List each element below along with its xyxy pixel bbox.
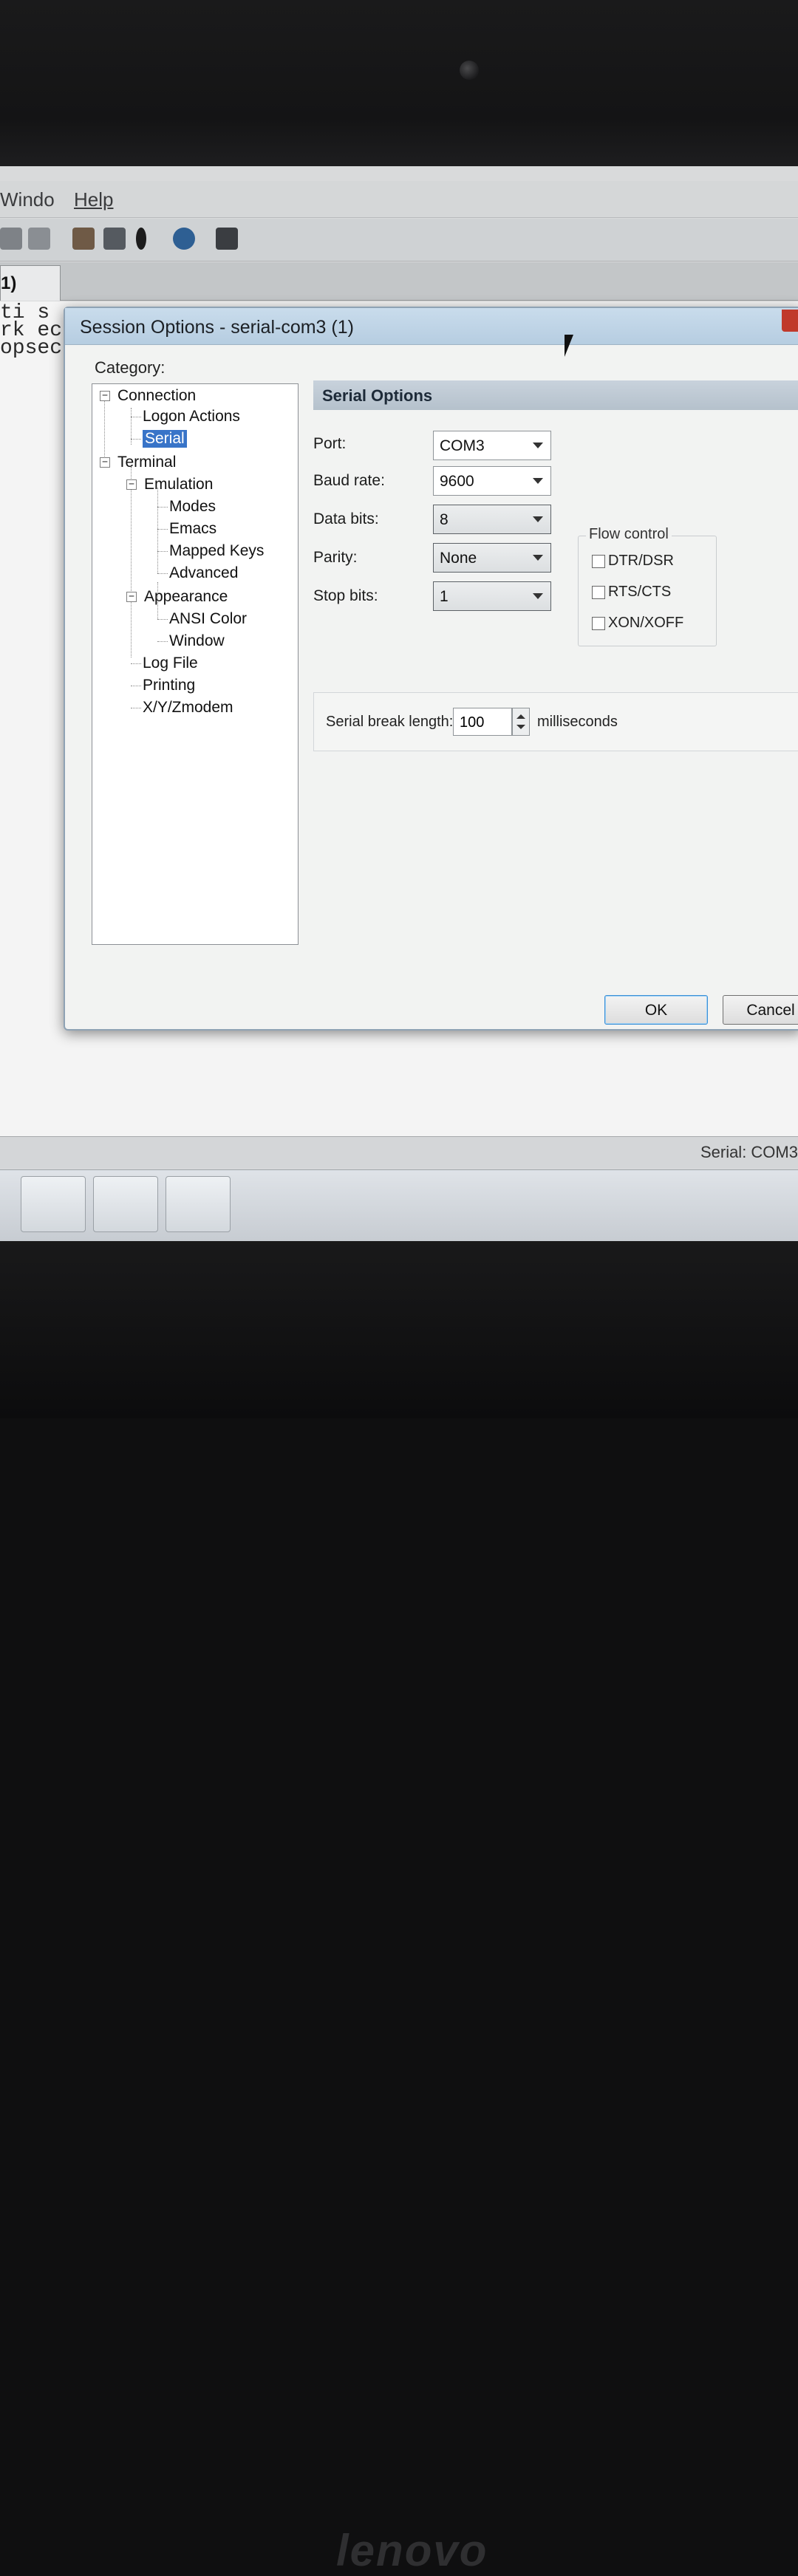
taskbar — [0, 1169, 798, 1241]
webcam — [460, 61, 479, 80]
tree-item-emacs[interactable]: Emacs — [169, 520, 216, 538]
tree-item-ansi-color[interactable]: ANSI Color — [169, 610, 247, 628]
serial-options-header: Serial Options — [313, 380, 798, 410]
tree-item-printing[interactable]: Printing — [143, 677, 195, 694]
parity-select[interactable]: None — [433, 543, 551, 573]
taskbar-app-icon[interactable] — [21, 1176, 86, 1232]
tree-item-window[interactable]: Window — [169, 632, 225, 650]
collapse-icon[interactable]: − — [126, 592, 137, 602]
status-text: Serial: COM3 — [700, 1143, 798, 1161]
parity-label: Parity: — [313, 549, 358, 566]
print-setup-icon[interactable] — [28, 228, 50, 250]
menu-bar: Windo Help — [0, 181, 798, 218]
serial-break-unit: milliseconds — [537, 714, 618, 730]
serial-break-spinner[interactable] — [512, 708, 530, 736]
dialog-titlebar[interactable]: Session Options - serial-com3 (1) — [65, 308, 798, 345]
category-label: Category: — [95, 358, 166, 377]
session-options-dialog: Session Options - serial-com3 (1) Catego… — [64, 307, 798, 1031]
sftp-icon[interactable] — [216, 228, 238, 250]
tree-item-advanced[interactable]: Advanced — [169, 564, 238, 582]
tree-item-appearance[interactable]: − Appearance — [126, 588, 228, 606]
tree-item-log-file[interactable]: Log File — [143, 655, 198, 672]
chevron-down-icon — [533, 443, 543, 448]
help-icon[interactable] — [173, 228, 195, 250]
cancel-button[interactable]: Cancel — [723, 995, 798, 1025]
tree-item-serial[interactable]: Serial — [143, 430, 187, 448]
port-label: Port: — [313, 435, 347, 452]
laptop-bezel-top — [0, 0, 798, 170]
chevron-down-icon — [533, 516, 543, 522]
spin-down-icon[interactable] — [516, 725, 525, 729]
toolbar — [0, 219, 798, 262]
taskbar-securecrt-icon[interactable] — [93, 1176, 158, 1232]
dtr-dsr-checkbox[interactable]: DTR/DSR — [592, 553, 674, 570]
rts-cts-checkbox[interactable]: RTS/CTS — [592, 584, 671, 601]
print-icon[interactable] — [0, 228, 22, 250]
key-icon[interactable] — [136, 228, 146, 250]
baud-rate-label: Baud rate: — [313, 472, 385, 489]
chevron-down-icon — [533, 593, 543, 599]
session-options-icon[interactable] — [72, 228, 95, 250]
taskbar-toolbox-icon[interactable] — [166, 1176, 231, 1232]
tree-item-modes[interactable]: Modes — [169, 498, 216, 516]
flow-control-title: Flow control — [586, 526, 672, 543]
mouse-cursor-icon — [565, 335, 573, 357]
tree-item-emulation[interactable]: − Emulation — [126, 476, 213, 493]
stop-bits-select[interactable]: 1 — [433, 581, 551, 611]
settings-icon[interactable] — [103, 228, 126, 250]
xon-xoff-checkbox[interactable]: XON/XOFF — [592, 615, 683, 632]
tree-item-terminal[interactable]: − Terminal — [100, 454, 176, 471]
port-select[interactable]: COM3 — [433, 431, 551, 460]
stop-bits-label: Stop bits: — [313, 587, 378, 604]
flow-control-group: Flow control DTR/DSR RTS/CTS XON/XOFF — [578, 526, 717, 646]
chevron-down-icon — [533, 555, 543, 561]
tab-session[interactable]: 1) — [0, 265, 61, 301]
tree-item-logon-actions[interactable]: Logon Actions — [143, 408, 240, 426]
menu-window[interactable]: Windo — [0, 188, 55, 211]
baud-rate-select[interactable]: 9600 — [433, 466, 551, 496]
menu-help[interactable]: Help — [74, 188, 113, 211]
checkbox-icon[interactable] — [592, 554, 605, 568]
serial-break-input[interactable]: 100 — [453, 708, 512, 736]
serial-break-panel: Serial break length: 100 milliseconds — [313, 692, 798, 751]
collapse-icon[interactable]: − — [100, 457, 110, 468]
tree-item-mapped-keys[interactable]: Mapped Keys — [169, 542, 264, 560]
brand-logo: lenovo — [336, 2526, 488, 2575]
chevron-down-icon — [533, 478, 543, 484]
spin-up-icon[interactable] — [516, 714, 525, 719]
tree-item-xyzmodem[interactable]: X/Y/Zmodem — [143, 699, 233, 717]
data-bits-select[interactable]: 8 — [433, 505, 551, 534]
checkbox-icon[interactable] — [592, 585, 605, 599]
collapse-icon[interactable]: − — [126, 479, 137, 490]
status-bar: Serial: COM3 — [0, 1136, 798, 1169]
screen: Windo Help 1) ti s rk ec opsec. Session … — [0, 166, 798, 1241]
dialog-title: Session Options - serial-com3 (1) — [80, 317, 354, 338]
category-tree[interactable]: − Connection Logon Actions Serial − Term… — [92, 383, 299, 945]
close-icon[interactable] — [782, 310, 798, 332]
collapse-icon[interactable]: − — [100, 391, 110, 401]
data-bits-label: Data bits: — [313, 510, 379, 527]
session-tab-strip: 1) — [0, 262, 798, 301]
laptop-bezel-bottom: lenovo — [0, 1241, 798, 2575]
ok-button[interactable]: OK — [604, 995, 708, 1025]
checkbox-icon[interactable] — [592, 616, 605, 630]
serial-break-label: Serial break length: — [326, 714, 454, 730]
tree-item-connection[interactable]: − Connection — [100, 387, 196, 405]
